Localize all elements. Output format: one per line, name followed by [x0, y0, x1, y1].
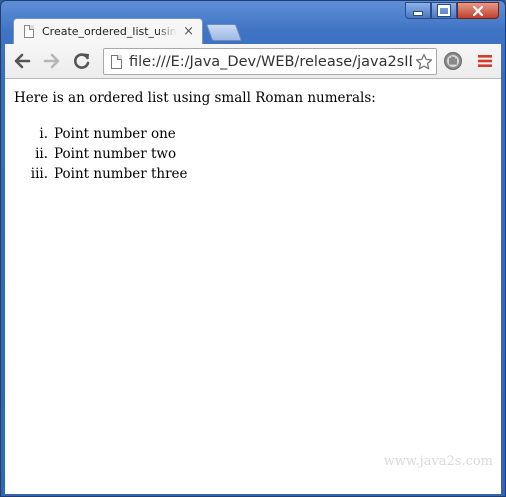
forward-arrow-icon	[43, 53, 60, 69]
list-item-text: Point number three	[54, 166, 188, 182]
list-item-text: Point number one	[54, 126, 176, 142]
forward-button[interactable]	[41, 50, 63, 72]
page-content: Here is an ordered list using small Roma…	[5, 79, 501, 494]
page-icon	[24, 25, 34, 38]
tab-active[interactable]: Create_ordered_list_using_small_Roman_nu…	[13, 18, 203, 44]
tab-close-icon[interactable]: ×	[183, 24, 194, 39]
intro-text: Here is an ordered list using small Roma…	[14, 90, 376, 106]
extension-icon	[444, 52, 462, 70]
menu-icon	[478, 55, 492, 67]
reload-button[interactable]	[71, 50, 93, 72]
browser-toolbar: file:///E:/Java_Dev/WEB/release/java2sID…	[5, 44, 501, 79]
tab-title: Create_ordered_list_using_small_Roman_nu…	[42, 25, 178, 38]
minimize-button[interactable]	[405, 2, 431, 19]
bookmark-star-icon	[415, 53, 433, 69]
back-arrow-icon	[14, 53, 31, 69]
close-window-button[interactable]	[457, 2, 499, 19]
minimize-icon	[413, 11, 423, 16]
window-controls	[405, 2, 499, 20]
browser-window: Create_ordered_list_using_small_Roman_nu…	[0, 0, 506, 497]
back-button[interactable]	[11, 50, 33, 72]
list-marker: i.	[39, 126, 48, 142]
file-icon	[111, 54, 122, 69]
url-text[interactable]: file:///E:/Java_Dev/WEB/release/java2sID…	[129, 54, 412, 70]
list-marker: ii.	[35, 146, 48, 162]
watermark: www.java2s.com	[383, 454, 493, 469]
maximize-button[interactable]	[431, 2, 457, 19]
maximize-icon	[438, 5, 450, 16]
address-bar[interactable]: file:///E:/Java_Dev/WEB/release/java2sID…	[103, 48, 437, 75]
extension-button[interactable]	[442, 50, 464, 72]
reload-icon	[74, 53, 90, 69]
menu-button[interactable]	[474, 50, 496, 72]
new-tab-button[interactable]	[205, 24, 243, 41]
list-item-text: Point number two	[54, 146, 177, 162]
list-marker: iii.	[30, 166, 48, 182]
bookmark-star-button[interactable]	[412, 53, 436, 71]
close-icon	[473, 5, 483, 16]
